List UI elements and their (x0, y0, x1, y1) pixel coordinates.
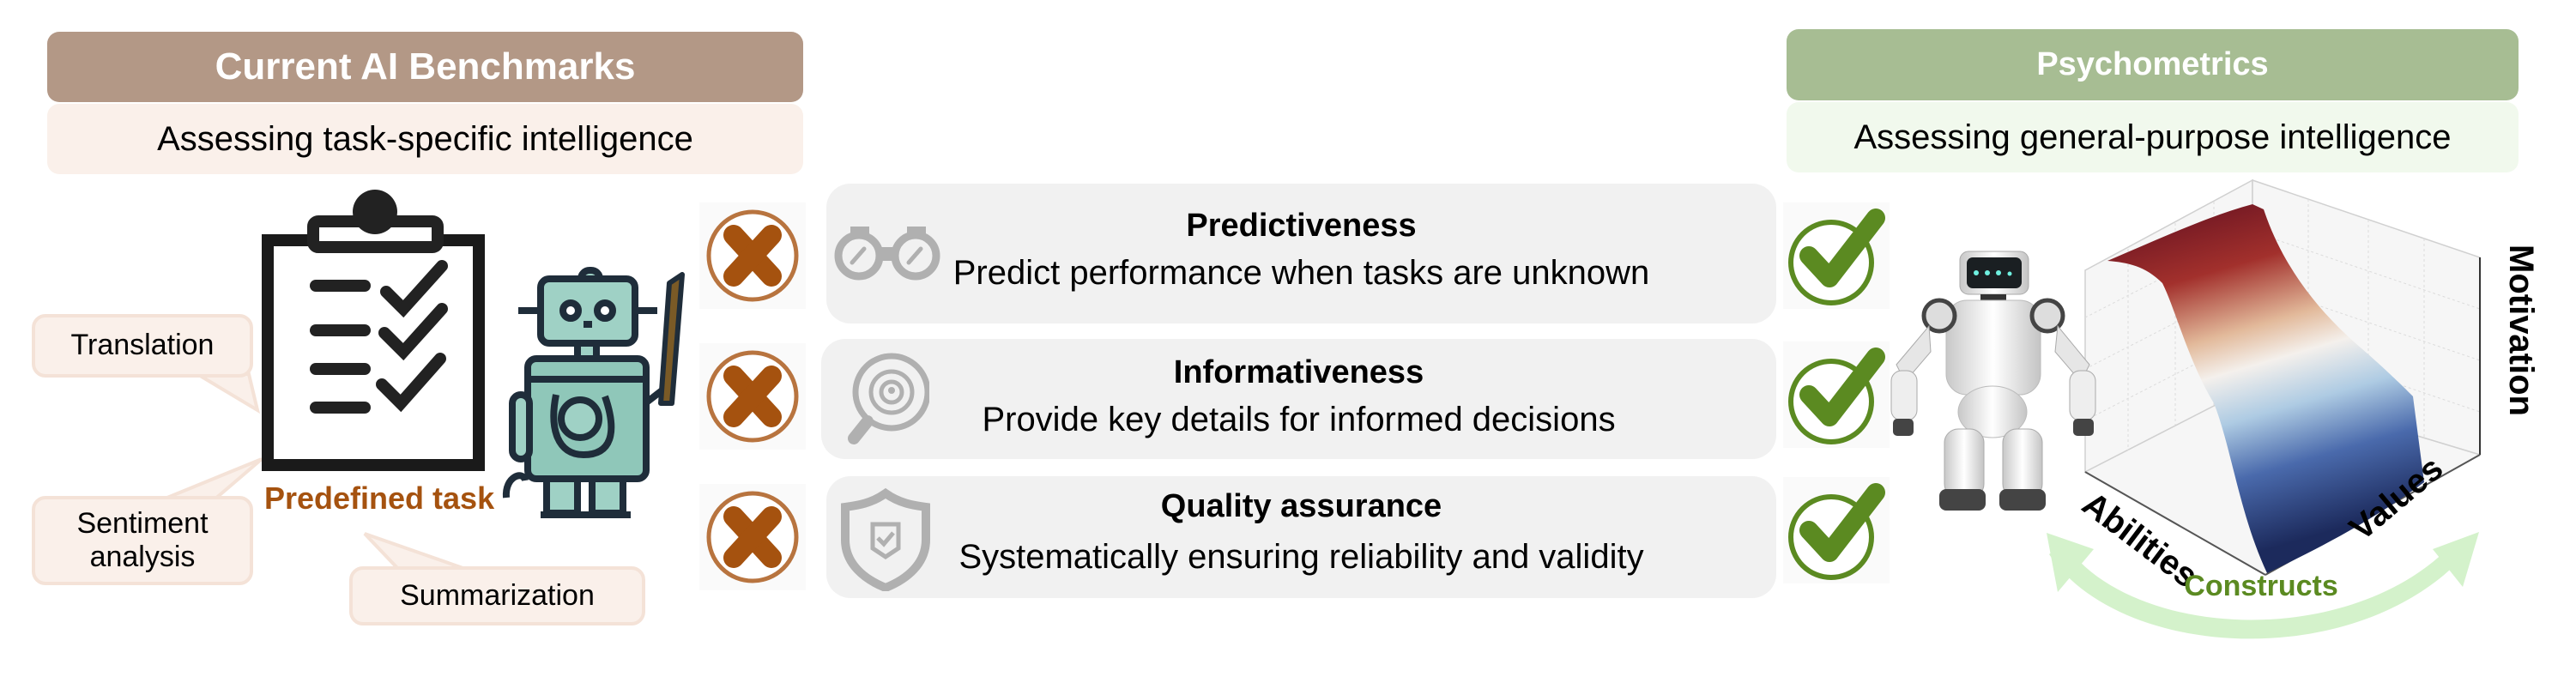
psychometrics-subtitle: Assessing general-purpose intelligence (1853, 118, 2452, 156)
callout-tail-summarization (363, 532, 469, 571)
x-circle-icon (699, 202, 806, 309)
criterion-row-informativeness: Informativeness Provide key details for … (821, 339, 1776, 459)
constructs-label: Constructs (2184, 570, 2338, 602)
task-label: Summarization (400, 578, 595, 612)
psychometrics-header: Psychometrics (1787, 29, 2519, 100)
psychometrics-subtitle-box: Assessing general-purpose intelligence (1787, 102, 2519, 172)
x-circle-icon (699, 484, 806, 590)
x-circle-icon (699, 343, 806, 450)
cartoon-robot-icon (502, 267, 685, 518)
task-label: Translation (70, 329, 215, 362)
criterion-title: Predictiveness (1186, 208, 1417, 244)
task-callout-sentiment: Sentiment analysis (32, 496, 253, 585)
task-callout-summarization: Summarization (349, 566, 645, 626)
humanoid-robot-icon (1890, 251, 2096, 511)
criterion-description: Provide key details for informed decisio… (982, 401, 1616, 438)
task-callout-translation: Translation (32, 314, 253, 378)
psychometrics-title: Psychometrics (2036, 46, 2269, 82)
criterion-description: Predict performance when tasks are unkno… (952, 254, 1650, 292)
callout-tail-sentiment (162, 457, 263, 501)
criterion-row-predictiveness: Predictiveness Predict performance when … (826, 184, 1776, 323)
criterion-title: Quality assurance (1160, 488, 1442, 524)
predefined-task-label: Predefined task (264, 480, 495, 516)
clipboard-icon (262, 190, 485, 471)
criterion-title: Informativeness (1173, 354, 1424, 390)
criterion-row-quality-assurance: Quality assurance Systematically ensurin… (826, 476, 1776, 598)
callout-tail-translation (190, 372, 261, 414)
axis-label-motivation: Motivation (2502, 245, 2540, 416)
task-label: Sentiment analysis (76, 506, 209, 573)
criterion-description: Systematically ensuring reliability and … (958, 538, 1644, 576)
